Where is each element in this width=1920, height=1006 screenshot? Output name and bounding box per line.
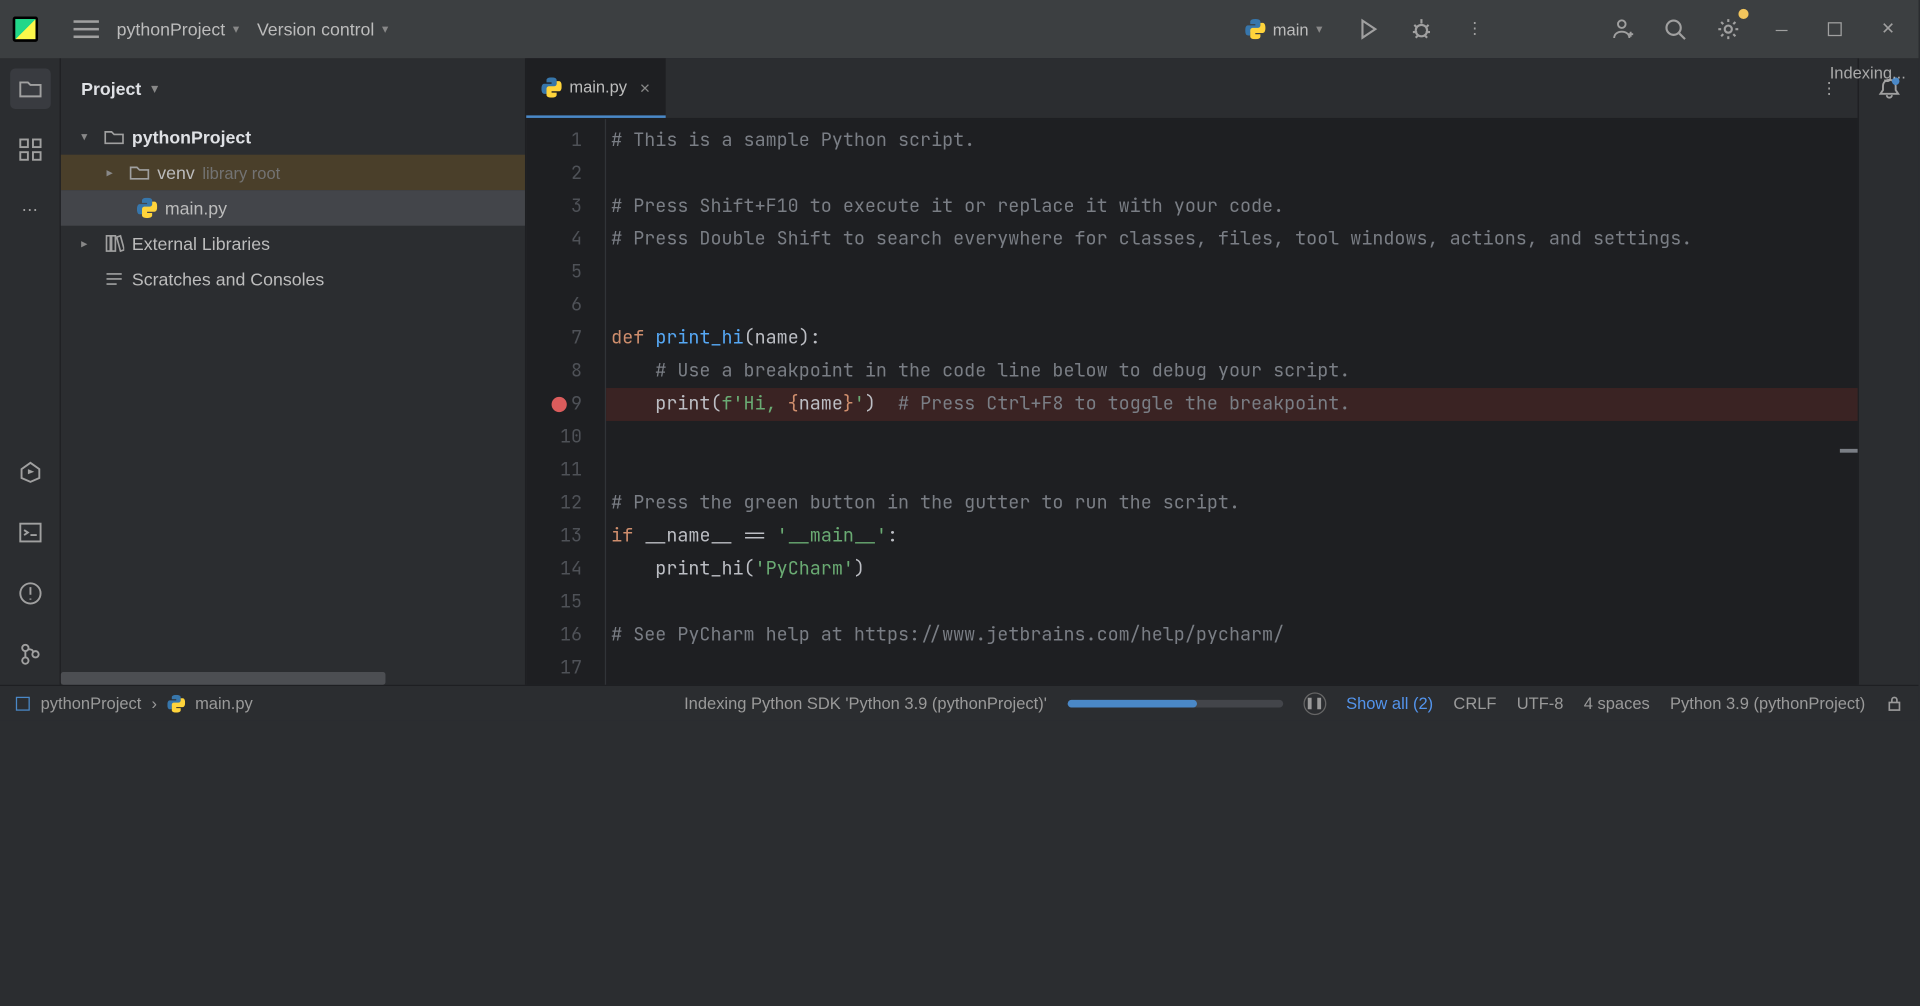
- chevron-right-icon: ›: [152, 694, 158, 713]
- folder-icon: [104, 127, 124, 147]
- indexing-progress-bar: [1067, 699, 1283, 707]
- search-button[interactable]: [1657, 11, 1693, 47]
- tree-venv[interactable]: ▸ venv library root: [61, 155, 525, 191]
- debug-button[interactable]: [1404, 11, 1440, 47]
- status-bar: pythonProject › main.py Indexing Python …: [0, 685, 1918, 721]
- module-icon: [15, 695, 30, 710]
- main-menu-button[interactable]: [74, 20, 99, 38]
- indexing-status-label: Indexing Python SDK 'Python 3.9 (pythonP…: [684, 694, 1047, 713]
- line-separator-button[interactable]: CRLF: [1453, 694, 1496, 713]
- breadcrumb[interactable]: pythonProject › main.py: [15, 694, 253, 713]
- right-tool-strip: [1858, 58, 1919, 684]
- project-panel-title: Project: [81, 79, 141, 99]
- more-tools-button[interactable]: ⋯: [10, 190, 51, 231]
- chevron-down-icon: ▾: [233, 22, 239, 36]
- terminal-tool-button[interactable]: [10, 512, 51, 553]
- more-actions-button[interactable]: ⋮: [1457, 11, 1493, 47]
- project-name-label: pythonProject: [117, 19, 226, 39]
- project-panel-header[interactable]: Project ▾: [61, 58, 525, 119]
- problems-tool-button[interactable]: [10, 573, 51, 614]
- run-config-selector[interactable]: main ▾: [1235, 14, 1333, 44]
- folder-icon: [129, 162, 149, 182]
- breakpoint-marker[interactable]: 9: [526, 388, 605, 421]
- tree-file-main[interactable]: main.py: [61, 190, 525, 226]
- tree-item-suffix: library root: [202, 163, 280, 182]
- tree-root[interactable]: ▾ pythonProject: [61, 119, 525, 155]
- run-button[interactable]: [1350, 11, 1386, 47]
- horizontal-scrollbar[interactable]: [61, 672, 386, 685]
- project-panel: Project ▾ ▾ pythonProject ▸ venv library…: [61, 58, 526, 684]
- interpreter-button[interactable]: Python 3.9 (pythonProject): [1670, 694, 1865, 713]
- left-tool-strip: ⋯: [0, 58, 61, 684]
- python-icon: [167, 694, 185, 712]
- window-minimize-button[interactable]: ─: [1764, 11, 1800, 47]
- library-icon: [104, 233, 124, 253]
- python-icon: [1245, 19, 1265, 39]
- python-icon: [541, 77, 561, 97]
- chevron-down-icon: ▾: [81, 130, 96, 144]
- chevron-down-icon: ▾: [151, 82, 157, 96]
- run-config-label: main: [1273, 20, 1309, 39]
- tree-item-label: Scratches and Consoles: [132, 269, 324, 289]
- structure-tool-button[interactable]: [10, 129, 51, 170]
- scrollbar-marker[interactable]: [1840, 449, 1858, 453]
- tree-item-label: External Libraries: [132, 233, 270, 253]
- vcs-menu[interactable]: Version control ▾: [257, 19, 388, 39]
- show-all-link[interactable]: Show all (2): [1346, 694, 1433, 713]
- vcs-label: Version control: [257, 19, 374, 39]
- indent-button[interactable]: 4 spaces: [1584, 694, 1650, 713]
- crumb-project: pythonProject: [41, 694, 142, 713]
- editor-area: main.py × ⋮ Indexing... 1234 5678 9 1011…: [526, 58, 1857, 684]
- window-close-button[interactable]: ✕: [1870, 11, 1906, 47]
- services-tool-button[interactable]: [10, 451, 51, 492]
- scratches-icon: [104, 269, 124, 289]
- vcs-tool-button[interactable]: [10, 634, 51, 675]
- pause-indexing-button[interactable]: ❚❚: [1303, 692, 1326, 715]
- window-restore-button[interactable]: [1817, 11, 1853, 47]
- code-content[interactable]: # This is a sample Python script. # Pres…: [605, 119, 1858, 685]
- close-tab-button[interactable]: ×: [640, 77, 650, 97]
- tree-item-label: pythonProject: [132, 127, 251, 147]
- tree-scratches[interactable]: Scratches and Consoles: [61, 261, 525, 297]
- project-tool-button[interactable]: [10, 68, 51, 109]
- app-logo-icon: [13, 16, 38, 41]
- indexing-indicator: Indexing...: [1817, 61, 1918, 85]
- settings-button[interactable]: [1711, 11, 1747, 47]
- chevron-down-icon: ▾: [1316, 22, 1322, 36]
- lock-icon[interactable]: [1886, 694, 1904, 712]
- tab-main-py[interactable]: main.py ×: [526, 58, 665, 118]
- project-selector[interactable]: pythonProject ▾: [117, 19, 240, 39]
- chevron-down-icon: ▾: [382, 22, 388, 36]
- tab-label: main.py: [569, 77, 627, 96]
- tree-item-label: venv: [157, 162, 195, 182]
- code-with-me-button[interactable]: [1604, 11, 1640, 47]
- gutter[interactable]: 1234 5678 9 10111213 14151617: [526, 119, 605, 685]
- tree-item-label: main.py: [165, 198, 227, 218]
- editor-tabs: main.py × ⋮: [526, 58, 1857, 119]
- chevron-right-icon: ▸: [107, 165, 122, 179]
- code-editor[interactable]: 1234 5678 9 10111213 14151617 # This is …: [526, 119, 1857, 685]
- python-icon: [137, 198, 157, 218]
- encoding-button[interactable]: UTF-8: [1517, 694, 1564, 713]
- chevron-right-icon: ▸: [81, 236, 96, 250]
- title-bar: pythonProject ▾ Version control ▾ main ▾…: [0, 0, 1918, 58]
- crumb-file: main.py: [195, 694, 253, 713]
- project-tree: ▾ pythonProject ▸ venv library root main…: [61, 119, 525, 297]
- tree-external-libs[interactable]: ▸ External Libraries: [61, 226, 525, 262]
